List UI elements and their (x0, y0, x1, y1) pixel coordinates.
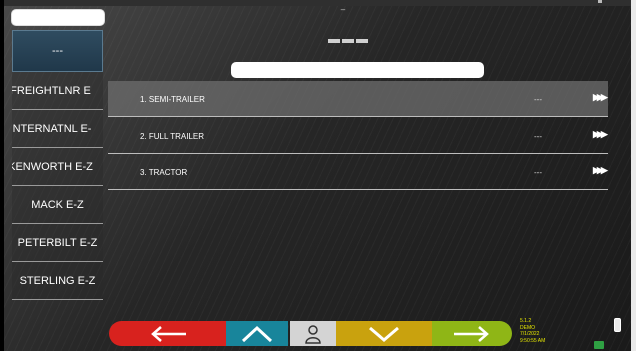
list-item-full-trailer[interactable]: 2. FULL TRAILER --- ▶▶▶ (108, 118, 608, 154)
sidebar-item-label: MACK E-Z (31, 198, 84, 211)
sidebar: --- FREIGHTLNR E INTERNATNL E- KENWORTH … (12, 30, 103, 300)
sidebar-item-label: KENWORTH E-Z (12, 160, 93, 173)
chevron-up-icon (241, 325, 273, 342)
user-icon (305, 324, 321, 344)
time-text: 9:50:55 AM (520, 337, 546, 344)
list-item-semi-trailer[interactable]: 1. SEMI-TRAILER --- ▶▶▶ (108, 81, 608, 117)
chevron-down-icon (369, 326, 399, 342)
next-button[interactable] (432, 321, 512, 346)
sidebar-item-freightliner[interactable]: FREIGHTLNR E (12, 72, 103, 110)
selection-title-field (231, 62, 484, 78)
sidebar-selected-item[interactable]: --- (12, 30, 103, 72)
sidebar-item-label: PETERBILT E-Z (17, 236, 98, 249)
triple-chevron-right-icon[interactable]: ▶▶▶ (593, 129, 608, 140)
list-item-value: --- (534, 132, 542, 141)
top-indicator: – (340, 5, 346, 14)
center-indicator-bar (356, 39, 368, 43)
triple-chevron-right-icon[interactable]: ▶▶▶ (593, 92, 608, 103)
list-item-value: --- (534, 168, 542, 177)
sidebar-item-kenworth[interactable]: KENWORTH E-Z (12, 148, 103, 186)
triple-chevron-right-icon[interactable]: ▶▶▶ (593, 165, 608, 176)
battery-icon (614, 318, 621, 332)
user-button[interactable] (290, 321, 336, 346)
window-left-border (0, 0, 4, 351)
sidebar-item-mack[interactable]: MACK E-Z (12, 186, 103, 224)
scroll-down-button[interactable] (336, 321, 432, 346)
window-right-strip (631, 0, 636, 351)
app-window: – --- FREIGHTLNR E INTERNATNL E- KENWORT… (0, 0, 636, 351)
scroll-up-button[interactable] (226, 321, 288, 346)
sidebar-item-international[interactable]: INTERNATNL E- (12, 110, 103, 148)
list-item-value: --- (534, 95, 542, 104)
center-indicator-bar (328, 39, 340, 43)
sidebar-search-field[interactable] (11, 9, 105, 26)
connection-status-icon (594, 341, 604, 349)
sidebar-item-label: FREIGHTLNR E (12, 84, 91, 97)
sidebar-selected-label: --- (52, 45, 63, 57)
sidebar-item-peterbilt[interactable]: PETERBILT E-Z (12, 224, 103, 262)
back-button[interactable] (109, 321, 226, 346)
center-indicator (328, 36, 372, 46)
list-item-label: 1. SEMI-TRAILER (140, 95, 205, 104)
sidebar-item-sterling[interactable]: STERLING E-Z (12, 262, 103, 300)
top-bar (4, 0, 636, 6)
arrow-right-icon (454, 325, 489, 342)
arrow-left-icon (150, 325, 186, 342)
top-right-mark (598, 0, 602, 3)
status-info: 5.1.2 DEMO 7/1/2022 9:50:55 AM (520, 318, 545, 344)
list-item-tractor[interactable]: 3. TRACTOR --- ▶▶▶ (108, 154, 608, 190)
center-indicator-bar (342, 39, 354, 43)
list-item-label: 3. TRACTOR (140, 168, 188, 177)
sidebar-item-label: STERLING E-Z (19, 274, 96, 287)
sidebar-item-label: INTERNATNL E- (12, 122, 92, 135)
list-item-label: 2. FULL TRAILER (140, 132, 205, 141)
